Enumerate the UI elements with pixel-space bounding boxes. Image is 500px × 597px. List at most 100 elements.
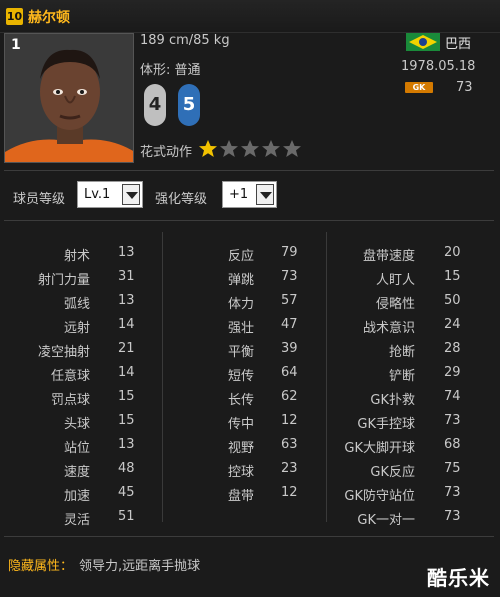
position-number: 1 (11, 37, 21, 53)
skill-stars (198, 139, 303, 159)
stat-value: 68 (444, 437, 461, 452)
stat-name: 灵活 (63, 513, 90, 528)
stat-name: 侵略性 (375, 297, 415, 312)
star-filled-icon (199, 140, 217, 157)
stat-value: 45 (118, 485, 135, 500)
star-empty-icon (241, 140, 259, 157)
weak-foot-value: 4 (148, 94, 162, 115)
strong-foot-value: 5 (182, 94, 196, 115)
stat-value: 79 (281, 245, 298, 260)
stat-name: GK防守站位 (344, 489, 415, 504)
stat-value: 29 (444, 365, 461, 380)
stat-value: 73 (444, 485, 461, 500)
stat-value: 15 (118, 413, 135, 428)
stat-value: 28 (444, 341, 461, 356)
hidden-attributes-text: 领导力,远距离手抛球 (79, 559, 201, 574)
stat-name: 任意球 (50, 369, 90, 384)
stat-name: 反应 (227, 249, 254, 264)
stat-name: 弹跳 (227, 273, 254, 288)
stat-name: GK一对一 (357, 513, 415, 528)
season-badge: 10 (6, 8, 23, 25)
stat-value: 20 (444, 245, 461, 260)
weak-foot-icon: 4 (144, 84, 166, 126)
stat-name: GK手控球 (357, 417, 415, 432)
stat-value: 14 (118, 365, 135, 380)
stat-value: 14 (118, 317, 135, 332)
hidden-attributes: 隐藏属性： 领导力,远距离手抛球 (8, 555, 200, 574)
stat-value: 39 (281, 341, 298, 356)
player-level-label: 球员等级 (13, 192, 66, 207)
stat-name: 速度 (63, 465, 90, 480)
stat-value: 57 (281, 293, 298, 308)
player-level-value: Lv.1 (84, 187, 111, 202)
divider (4, 536, 494, 537)
brazil-flag-icon (406, 33, 440, 51)
stat-value: 13 (118, 437, 135, 452)
stat-value: 23 (281, 461, 298, 476)
stat-name: 头球 (63, 417, 90, 432)
stat-name: 加速 (63, 489, 90, 504)
stat-name: 罚点球 (50, 393, 90, 408)
divider (4, 170, 494, 171)
stat-value: 73 (281, 269, 298, 284)
stat-name: 盘带 (227, 489, 254, 504)
birth-date: 1978.05.18 (401, 59, 476, 74)
chevron-down-icon[interactable] (122, 184, 140, 205)
height-weight: 189 cm/85 kg (140, 33, 230, 48)
star-empty-icon (220, 140, 238, 157)
stat-name: 人盯人 (375, 273, 415, 288)
stat-name: 射术 (63, 249, 90, 264)
stat-name: 凌空抽射 (37, 345, 90, 360)
stat-value: 12 (281, 485, 298, 500)
stat-name: 体力 (227, 297, 254, 312)
player-portrait: 1 (4, 33, 134, 163)
stat-name: 平衡 (227, 345, 254, 360)
stat-name: GK大脚开球 (344, 441, 415, 456)
stat-name: GK扑救 (370, 393, 415, 408)
player-level-select[interactable]: Lv.1 (77, 181, 143, 208)
stat-value: 24 (444, 317, 461, 332)
stat-name: 战术意识 (362, 321, 415, 336)
stat-value: 13 (118, 293, 135, 308)
country-name: 巴西 (445, 37, 472, 52)
stat-name: 射门力量 (37, 273, 90, 288)
star-empty-icon (283, 140, 301, 157)
watermark-logo: 酷乐米 (427, 566, 490, 590)
stat-value: 75 (444, 461, 461, 476)
stat-name: GK反应 (370, 465, 415, 480)
stat-name: 长传 (227, 393, 254, 408)
stat-value: 62 (281, 389, 298, 404)
skill-moves-label: 花式动作 (140, 145, 193, 160)
stat-name: 传中 (227, 417, 254, 432)
stat-name: 远射 (63, 321, 90, 336)
stat-value: 64 (281, 365, 298, 380)
stat-name: 铲断 (388, 369, 415, 384)
stat-value: 74 (444, 389, 461, 404)
stat-value: 47 (281, 317, 298, 332)
position-rating: 73 (456, 80, 473, 95)
stat-name: 站位 (63, 441, 90, 456)
stat-value: 12 (281, 413, 298, 428)
stat-name: 短传 (227, 369, 254, 384)
hidden-attributes-label: 隐藏属性： (8, 559, 74, 574)
stat-value: 13 (118, 245, 135, 260)
stat-value: 50 (444, 293, 461, 308)
body-type: 体形: 普通 (140, 63, 201, 78)
stat-value: 31 (118, 269, 135, 284)
stat-name: 抢断 (388, 345, 415, 360)
stat-value: 15 (118, 389, 135, 404)
stat-name: 控球 (227, 465, 254, 480)
player-name: 赫尔顿 (28, 10, 70, 26)
divider (4, 220, 494, 221)
enhance-level-select[interactable]: +1 (222, 181, 277, 208)
stat-name: 视野 (227, 441, 254, 456)
enhance-level-label: 强化等级 (155, 192, 208, 207)
stat-value: 48 (118, 461, 135, 476)
stat-value: 21 (118, 341, 135, 356)
column-divider (162, 232, 163, 522)
stat-name: 盘带速度 (362, 249, 415, 264)
stat-value: 15 (444, 269, 461, 284)
stat-value: 73 (444, 413, 461, 428)
column-divider (326, 232, 327, 522)
chevron-down-icon[interactable] (256, 184, 274, 205)
